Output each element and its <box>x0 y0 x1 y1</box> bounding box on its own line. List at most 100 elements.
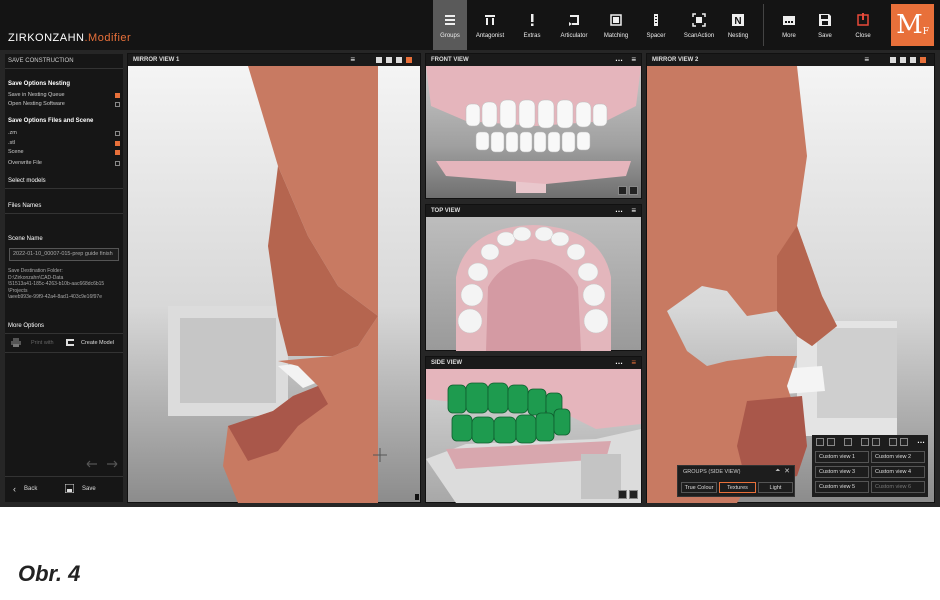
more-dots-icon[interactable]: … <box>917 436 925 445</box>
checkbox-open-nesting-software[interactable]: Open Nesting Software <box>8 100 120 108</box>
top-view[interactable]: TOP VIEW … ≡ <box>425 204 642 351</box>
save-button[interactable]: Save <box>65 484 96 493</box>
figure-caption: Obr. 4 <box>18 561 81 586</box>
articulator-button[interactable]: Articulator <box>555 0 593 50</box>
scanaction-button[interactable]: ScanAction <box>680 0 718 50</box>
antagonist-icon <box>485 15 495 25</box>
checkbox-empty-icon <box>115 101 120 107</box>
checkbox-checked-icon <box>115 149 120 155</box>
scene-name-input[interactable]: 2022-01-10_00007-015-prep guide finish <box>9 248 119 261</box>
checkbox-save-in-nesting-queue[interactable]: Save in Nesting Queue <box>8 91 120 99</box>
checkbox-empty-icon <box>115 160 120 166</box>
panel-title: SAVE CONSTRUCTION <box>8 58 74 64</box>
undo-redo-icon[interactable] <box>85 459 119 469</box>
app-logo: MF <box>891 4 934 46</box>
create-model-button[interactable]: Create Model <box>65 338 114 347</box>
checkbox-stl[interactable]: .stl <box>8 139 120 147</box>
toolbar-divider <box>763 4 764 46</box>
extras-button[interactable]: Extras <box>515 0 549 50</box>
back-button[interactable]: ‹ Back <box>13 484 37 494</box>
checkbox-scene[interactable]: Scene <box>8 148 120 156</box>
checkbox-overwrite-file[interactable]: Overwrite File <box>8 159 120 167</box>
side-teeth-model <box>426 369 641 503</box>
close-icon[interactable]: ✕ <box>784 467 790 475</box>
menu-icon: ≡ <box>350 55 355 64</box>
viewport-toggle[interactable] <box>618 490 627 499</box>
more-button[interactable]: More <box>772 0 806 50</box>
upper-arch-model <box>456 225 611 351</box>
scene-name-label: Scene Name <box>8 236 43 242</box>
exclamation-icon <box>531 14 534 26</box>
custom-views-panel: … Custom view 1 Custom view 2 Custom vie… <box>812 435 928 497</box>
groups-side-view-popup: GROUPS (SIDE VIEW) ⏶ ✕ True Colour Textu… <box>677 465 795 497</box>
checkbox-zm[interactable]: .zm <box>8 129 120 137</box>
viewport-title: TOP VIEW … ≡ <box>426 205 641 217</box>
true-colour-button[interactable]: True Colour <box>681 482 717 493</box>
viewport-toggle[interactable] <box>618 186 627 195</box>
viewport-canvas[interactable] <box>426 66 641 198</box>
custom-view-4-button[interactable]: Custom view 4 <box>871 466 925 478</box>
viewport-canvas[interactable] <box>128 66 420 503</box>
antagonist-button[interactable]: Antagonist <box>470 0 510 50</box>
crosshair-icon <box>373 448 387 462</box>
more-dots-icon: … <box>615 357 623 366</box>
custom-view-2-button[interactable]: Custom view 2 <box>871 451 925 463</box>
custom-view-6-button[interactable]: Custom view 6 <box>871 481 925 493</box>
popup-title: GROUPS (SIDE VIEW) <box>683 469 741 475</box>
destination-folder: Save Destination Folder: D:\Zirkonzahn\C… <box>8 268 105 300</box>
face-profile-left <box>168 66 378 503</box>
front-view[interactable]: FRONT VIEW … ≡ <box>425 53 642 199</box>
custom-view-3-button[interactable]: Custom view 3 <box>815 466 869 478</box>
menu-icon: ≡ <box>864 55 869 64</box>
save-disk-icon <box>65 484 74 493</box>
layout-icons <box>376 57 412 63</box>
viewport-title: MIRROR VIEW 2 ≡ <box>647 54 934 66</box>
light-button[interactable]: Light <box>758 482 793 493</box>
mirror-view-1[interactable]: MIRROR VIEW 1 ≡ <box>127 53 421 503</box>
spacer-icon <box>654 14 658 26</box>
articulator-icon <box>569 15 579 26</box>
scroll-marker <box>415 494 419 500</box>
viewport-canvas[interactable] <box>426 369 641 503</box>
chevron-left-icon: ‹ <box>13 484 16 494</box>
side-view[interactable]: SIDE VIEW … ≡ <box>425 356 642 503</box>
nesting-button[interactable]: N Nesting <box>722 0 754 50</box>
viewport-canvas[interactable] <box>426 217 641 351</box>
files-header: Save Options Files and Scene <box>8 118 94 124</box>
more-dots-icon: … <box>615 54 623 63</box>
printer-icon <box>11 338 21 347</box>
app-window: ZIRKONZAHN.Modifier Groups Antagonist Ex… <box>0 0 940 507</box>
create-model-icon <box>66 339 74 346</box>
collapse-icon[interactable]: ⏶ <box>775 468 780 475</box>
textures-button[interactable]: Textures <box>719 482 756 493</box>
checkbox-checked-icon <box>115 140 120 146</box>
menu-icon: ≡ <box>631 206 636 215</box>
file-names-label[interactable]: Files Names <box>8 203 41 209</box>
top-toolbar: ZIRKONZAHN.Modifier Groups Antagonist Ex… <box>0 0 940 50</box>
viewport-title: MIRROR VIEW 1 ≡ <box>128 54 420 66</box>
more-icon <box>783 16 795 25</box>
close-button[interactable]: Close <box>846 0 880 50</box>
app-brand: ZIRKONZAHN.Modifier <box>8 32 132 44</box>
save-construction-panel: SAVE CONSTRUCTION Save Options Nesting S… <box>5 54 123 502</box>
floppy-icon <box>819 14 831 26</box>
spacer-button[interactable]: Spacer <box>640 0 672 50</box>
view-layout-icons <box>816 438 908 446</box>
print-with-button[interactable]: Print with <box>11 338 54 347</box>
list-icon <box>445 15 455 25</box>
matching-button[interactable]: Matching <box>598 0 634 50</box>
layout-icons <box>890 57 926 63</box>
save-toolbar-button[interactable]: Save <box>809 0 841 50</box>
groups-button[interactable]: Groups <box>433 0 467 50</box>
viewport-title: SIDE VIEW … ≡ <box>426 357 641 369</box>
checkbox-checked-icon <box>115 92 120 98</box>
viewport-toggle[interactable] <box>629 490 638 499</box>
custom-view-1-button[interactable]: Custom view 1 <box>815 451 869 463</box>
scan-icon <box>692 13 706 27</box>
select-models-label[interactable]: Select models <box>8 178 46 184</box>
viewport-toggle[interactable] <box>629 186 638 195</box>
svg-text:N: N <box>734 16 741 27</box>
more-options-label[interactable]: More Options <box>8 323 44 329</box>
nesting-icon: N <box>732 14 744 27</box>
custom-view-5-button[interactable]: Custom view 5 <box>815 481 869 493</box>
